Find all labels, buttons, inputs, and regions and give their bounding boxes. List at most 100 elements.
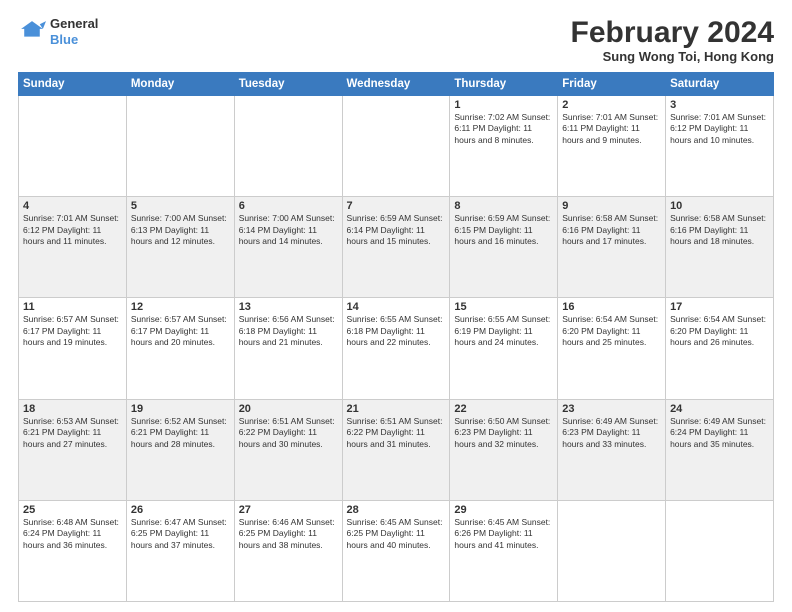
day-cell: 3Sunrise: 7:01 AM Sunset: 6:12 PM Daylig… [666, 96, 774, 197]
day-number: 6 [239, 200, 338, 212]
day-number: 8 [454, 200, 553, 212]
day-cell: 18Sunrise: 6:53 AM Sunset: 6:21 PM Dayli… [19, 399, 127, 500]
day-cell: 1Sunrise: 7:02 AM Sunset: 6:11 PM Daylig… [450, 96, 558, 197]
day-number: 11 [23, 301, 122, 313]
day-info: Sunrise: 6:51 AM Sunset: 6:22 PM Dayligh… [239, 416, 338, 450]
col-sunday: Sunday [19, 73, 127, 96]
day-info: Sunrise: 6:45 AM Sunset: 6:26 PM Dayligh… [454, 517, 553, 551]
day-number: 29 [454, 504, 553, 516]
page: General Blue February 2024 Sung Wong Toi… [0, 0, 792, 612]
day-cell: 5Sunrise: 7:00 AM Sunset: 6:13 PM Daylig… [126, 197, 234, 298]
col-saturday: Saturday [666, 73, 774, 96]
week-row-5: 25Sunrise: 6:48 AM Sunset: 6:24 PM Dayli… [19, 500, 774, 601]
logo: General Blue [18, 16, 98, 47]
day-number: 7 [347, 200, 446, 212]
day-cell: 12Sunrise: 6:57 AM Sunset: 6:17 PM Dayli… [126, 298, 234, 399]
day-number: 2 [562, 99, 661, 111]
day-number: 9 [562, 200, 661, 212]
day-cell: 2Sunrise: 7:01 AM Sunset: 6:11 PM Daylig… [558, 96, 666, 197]
day-number: 14 [347, 301, 446, 313]
day-cell: 24Sunrise: 6:49 AM Sunset: 6:24 PM Dayli… [666, 399, 774, 500]
col-thursday: Thursday [450, 73, 558, 96]
day-info: Sunrise: 6:45 AM Sunset: 6:25 PM Dayligh… [347, 517, 446, 551]
day-cell: 17Sunrise: 6:54 AM Sunset: 6:20 PM Dayli… [666, 298, 774, 399]
day-cell: 8Sunrise: 6:59 AM Sunset: 6:15 PM Daylig… [450, 197, 558, 298]
day-cell: 13Sunrise: 6:56 AM Sunset: 6:18 PM Dayli… [234, 298, 342, 399]
day-cell: 11Sunrise: 6:57 AM Sunset: 6:17 PM Dayli… [19, 298, 127, 399]
day-info: Sunrise: 6:49 AM Sunset: 6:23 PM Dayligh… [562, 416, 661, 450]
week-row-4: 18Sunrise: 6:53 AM Sunset: 6:21 PM Dayli… [19, 399, 774, 500]
day-number: 22 [454, 403, 553, 415]
col-friday: Friday [558, 73, 666, 96]
day-cell [19, 96, 127, 197]
day-cell: 22Sunrise: 6:50 AM Sunset: 6:23 PM Dayli… [450, 399, 558, 500]
day-info: Sunrise: 6:57 AM Sunset: 6:17 PM Dayligh… [131, 314, 230, 348]
day-number: 5 [131, 200, 230, 212]
location-title: Sung Wong Toi, Hong Kong [571, 49, 774, 64]
day-cell: 4Sunrise: 7:01 AM Sunset: 6:12 PM Daylig… [19, 197, 127, 298]
day-cell [558, 500, 666, 601]
day-number: 19 [131, 403, 230, 415]
day-info: Sunrise: 6:46 AM Sunset: 6:25 PM Dayligh… [239, 517, 338, 551]
day-info: Sunrise: 6:52 AM Sunset: 6:21 PM Dayligh… [131, 416, 230, 450]
col-monday: Monday [126, 73, 234, 96]
day-cell: 6Sunrise: 7:00 AM Sunset: 6:14 PM Daylig… [234, 197, 342, 298]
day-cell: 27Sunrise: 6:46 AM Sunset: 6:25 PM Dayli… [234, 500, 342, 601]
day-number: 24 [670, 403, 769, 415]
day-cell [126, 96, 234, 197]
col-wednesday: Wednesday [342, 73, 450, 96]
col-tuesday: Tuesday [234, 73, 342, 96]
day-info: Sunrise: 6:59 AM Sunset: 6:15 PM Dayligh… [454, 213, 553, 247]
day-number: 27 [239, 504, 338, 516]
day-info: Sunrise: 6:56 AM Sunset: 6:18 PM Dayligh… [239, 314, 338, 348]
day-cell: 23Sunrise: 6:49 AM Sunset: 6:23 PM Dayli… [558, 399, 666, 500]
day-info: Sunrise: 6:59 AM Sunset: 6:14 PM Dayligh… [347, 213, 446, 247]
calendar-table: Sunday Monday Tuesday Wednesday Thursday… [18, 72, 774, 602]
title-area: February 2024 Sung Wong Toi, Hong Kong [571, 16, 774, 64]
day-info: Sunrise: 6:47 AM Sunset: 6:25 PM Dayligh… [131, 517, 230, 551]
day-number: 13 [239, 301, 338, 313]
day-cell: 20Sunrise: 6:51 AM Sunset: 6:22 PM Dayli… [234, 399, 342, 500]
day-info: Sunrise: 7:01 AM Sunset: 6:12 PM Dayligh… [670, 112, 769, 146]
day-number: 28 [347, 504, 446, 516]
week-row-3: 11Sunrise: 6:57 AM Sunset: 6:17 PM Dayli… [19, 298, 774, 399]
day-cell: 25Sunrise: 6:48 AM Sunset: 6:24 PM Dayli… [19, 500, 127, 601]
day-number: 10 [670, 200, 769, 212]
day-info: Sunrise: 6:50 AM Sunset: 6:23 PM Dayligh… [454, 416, 553, 450]
day-info: Sunrise: 7:02 AM Sunset: 6:11 PM Dayligh… [454, 112, 553, 146]
day-info: Sunrise: 6:57 AM Sunset: 6:17 PM Dayligh… [23, 314, 122, 348]
day-cell: 14Sunrise: 6:55 AM Sunset: 6:18 PM Dayli… [342, 298, 450, 399]
week-row-2: 4Sunrise: 7:01 AM Sunset: 6:12 PM Daylig… [19, 197, 774, 298]
day-number: 17 [670, 301, 769, 313]
day-info: Sunrise: 7:01 AM Sunset: 6:12 PM Dayligh… [23, 213, 122, 247]
day-info: Sunrise: 6:53 AM Sunset: 6:21 PM Dayligh… [23, 416, 122, 450]
day-cell [234, 96, 342, 197]
day-cell: 16Sunrise: 6:54 AM Sunset: 6:20 PM Dayli… [558, 298, 666, 399]
day-info: Sunrise: 7:00 AM Sunset: 6:14 PM Dayligh… [239, 213, 338, 247]
logo-text: General Blue [50, 16, 98, 47]
day-info: Sunrise: 6:58 AM Sunset: 6:16 PM Dayligh… [562, 213, 661, 247]
day-cell: 19Sunrise: 6:52 AM Sunset: 6:21 PM Dayli… [126, 399, 234, 500]
day-info: Sunrise: 6:55 AM Sunset: 6:19 PM Dayligh… [454, 314, 553, 348]
day-info: Sunrise: 6:54 AM Sunset: 6:20 PM Dayligh… [562, 314, 661, 348]
day-info: Sunrise: 6:55 AM Sunset: 6:18 PM Dayligh… [347, 314, 446, 348]
day-number: 16 [562, 301, 661, 313]
day-cell: 9Sunrise: 6:58 AM Sunset: 6:16 PM Daylig… [558, 197, 666, 298]
day-number: 3 [670, 99, 769, 111]
month-year-title: February 2024 [571, 16, 774, 49]
header: General Blue February 2024 Sung Wong Toi… [18, 16, 774, 64]
day-number: 20 [239, 403, 338, 415]
day-number: 12 [131, 301, 230, 313]
day-info: Sunrise: 6:49 AM Sunset: 6:24 PM Dayligh… [670, 416, 769, 450]
logo-icon [18, 18, 46, 46]
day-cell: 7Sunrise: 6:59 AM Sunset: 6:14 PM Daylig… [342, 197, 450, 298]
week-row-1: 1Sunrise: 7:02 AM Sunset: 6:11 PM Daylig… [19, 96, 774, 197]
day-info: Sunrise: 6:58 AM Sunset: 6:16 PM Dayligh… [670, 213, 769, 247]
day-cell: 29Sunrise: 6:45 AM Sunset: 6:26 PM Dayli… [450, 500, 558, 601]
day-info: Sunrise: 6:54 AM Sunset: 6:20 PM Dayligh… [670, 314, 769, 348]
day-cell: 26Sunrise: 6:47 AM Sunset: 6:25 PM Dayli… [126, 500, 234, 601]
day-cell [666, 500, 774, 601]
day-info: Sunrise: 7:00 AM Sunset: 6:13 PM Dayligh… [131, 213, 230, 247]
day-number: 25 [23, 504, 122, 516]
day-cell: 28Sunrise: 6:45 AM Sunset: 6:25 PM Dayli… [342, 500, 450, 601]
